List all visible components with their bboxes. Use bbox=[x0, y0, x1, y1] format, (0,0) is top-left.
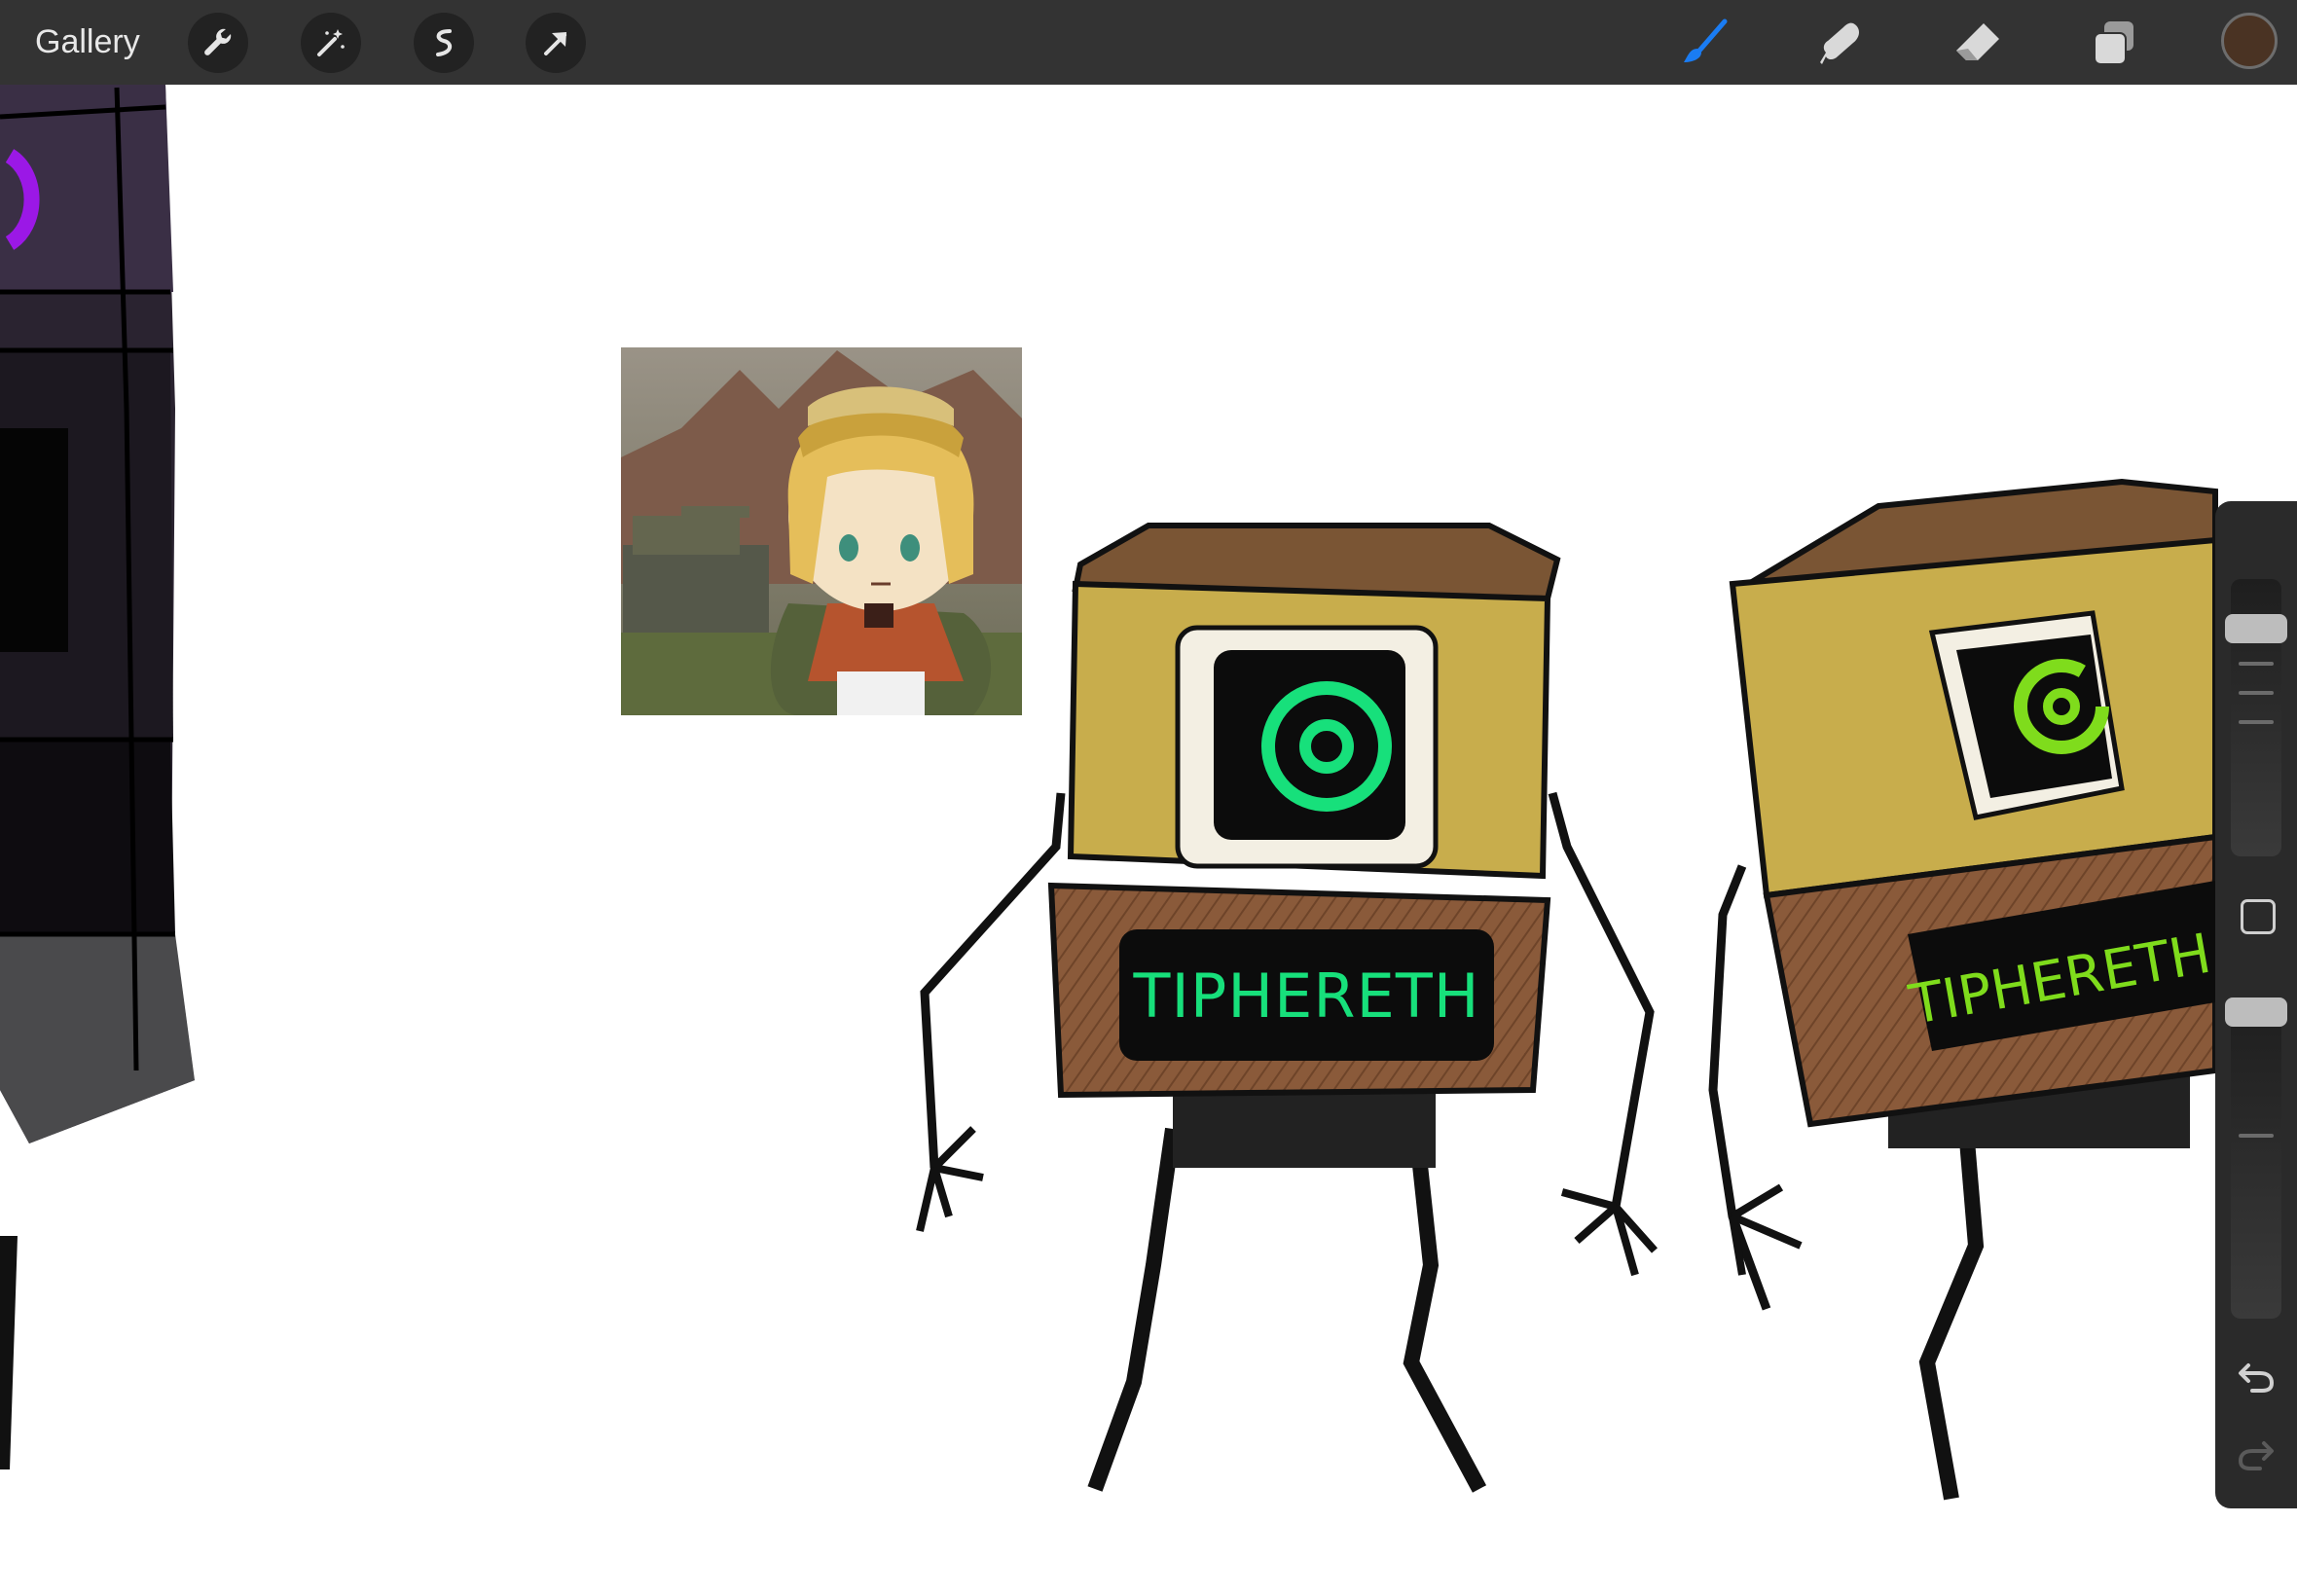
brush-icon bbox=[1684, 18, 1728, 62]
opacity-thumb[interactable] bbox=[2225, 998, 2287, 1027]
canvas-artwork: TIPHERETH TIPHERETH bbox=[0, 85, 2218, 1501]
opacity-tick bbox=[2239, 1134, 2274, 1138]
layers-button[interactable] bbox=[2085, 14, 2143, 72]
smudge-icon bbox=[1820, 22, 1859, 64]
side-toolbar bbox=[2215, 501, 2297, 1508]
adjustments-button[interactable] bbox=[301, 13, 361, 73]
brush-tool-button[interactable] bbox=[1676, 14, 1734, 72]
size-tick bbox=[2239, 691, 2274, 695]
robot-tiphereth-1: TIPHERETH bbox=[916, 523, 1658, 1493]
brush-size-thumb[interactable] bbox=[2225, 613, 2287, 643]
redo-icon[interactable] bbox=[2235, 1435, 2278, 1474]
reference-image bbox=[621, 347, 1022, 715]
gallery-button[interactable]: Gallery bbox=[29, 19, 146, 64]
modify-square-icon[interactable] bbox=[2241, 899, 2276, 934]
opacity-slider[interactable] bbox=[2231, 998, 2281, 1319]
wrench-icon bbox=[204, 28, 232, 55]
color-picker-button[interactable] bbox=[2221, 13, 2278, 69]
drawing-canvas[interactable]: TIPHERETH TIPHERETH bbox=[0, 85, 2297, 1596]
actions-button[interactable] bbox=[188, 13, 248, 73]
selection-button[interactable] bbox=[414, 13, 474, 73]
transform-button[interactable] bbox=[526, 13, 586, 73]
transform-arrow-icon bbox=[544, 32, 566, 55]
dark-robot-partial bbox=[0, 85, 195, 1469]
top-toolbar: Gallery bbox=[0, 0, 2297, 85]
size-tick bbox=[2239, 720, 2274, 724]
eraser-icon bbox=[1956, 23, 1999, 60]
smudge-tool-button[interactable] bbox=[1812, 14, 1871, 72]
magic-wand-icon bbox=[317, 29, 345, 56]
layers-icon bbox=[2094, 21, 2133, 65]
selection-icon bbox=[436, 29, 453, 56]
size-tick bbox=[2239, 662, 2274, 666]
robot-label-1: TIPHERETH bbox=[1133, 961, 1479, 1032]
undo-icon[interactable] bbox=[2235, 1358, 2278, 1396]
eraser-tool-button[interactable] bbox=[1949, 14, 2007, 72]
robot-tiphereth-2: TIPHERETH bbox=[1708, 478, 2218, 1501]
